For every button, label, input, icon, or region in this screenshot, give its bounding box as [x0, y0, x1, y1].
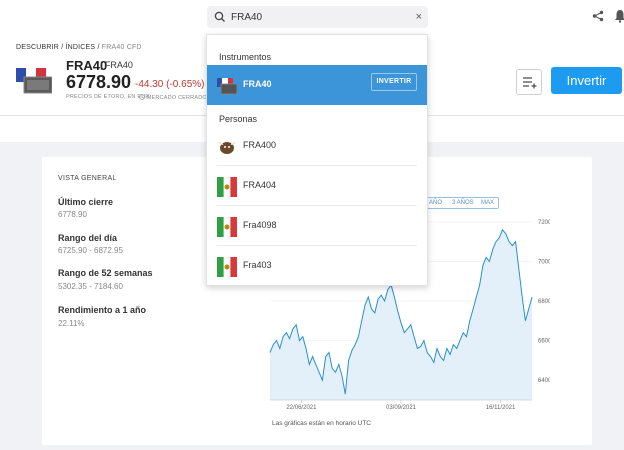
share-icon[interactable] — [592, 10, 604, 22]
bell-icon[interactable] — [614, 9, 624, 23]
invest-button[interactable]: Invertir — [551, 67, 622, 94]
breadcrumb-separator: / — [61, 44, 64, 51]
result-person-name: FRA404 — [243, 180, 277, 190]
y-tick-label: 6600.00 — [538, 339, 550, 345]
price-source-note: PRECIOS DE ETORO, EN EUR — [66, 94, 150, 100]
y-tick-label: 6400.00 — [538, 378, 550, 384]
stat-label-52-week-range: Rango de 52 semanas — [58, 268, 153, 278]
clock-icon — [139, 94, 145, 100]
result-instrument-fra40[interactable]: FRA40 INVERTIR — [207, 65, 427, 105]
result-instrument-name: FRA40 — [243, 79, 272, 89]
result-person-fra400[interactable]: FRA400 — [207, 126, 427, 166]
range-tab-max[interactable]: MAX — [481, 200, 494, 206]
breadcrumb-item-discover[interactable]: DESCUBRIR — [16, 44, 59, 51]
breadcrumb: DESCUBRIR / ÍNDICES / FRA40 CFD — [16, 44, 142, 51]
result-person-name: Fra403 — [243, 260, 272, 270]
symbol-separator: | — [100, 60, 103, 70]
instrument-price: 6778.90 — [66, 72, 132, 92]
stat-label-1-year-return: Rendimiento a 1 año — [58, 305, 147, 315]
flag-avatar-icon — [217, 257, 237, 277]
x-tick-label: 03/09/2021 — [386, 405, 417, 411]
flag-avatar-icon — [217, 177, 237, 197]
x-tick-label: 22/06/2021 — [286, 405, 317, 411]
instrument-name-line: | FRA40 — [100, 60, 133, 70]
clear-search-button[interactable]: × — [416, 10, 422, 24]
result-person-name: FRA400 — [243, 140, 277, 150]
people-section-title: Personas — [219, 114, 258, 124]
breadcrumb-separator: / — [97, 44, 100, 51]
stat-value-day-range: 6725.90 - 6872.95 — [58, 246, 123, 255]
instruments-section-title: Instrumentos — [219, 52, 272, 62]
search-icon — [214, 11, 225, 22]
instrument-name: FRA40 — [104, 60, 133, 70]
search-results-dropdown: Instrumentos FRA40 INVERTIR Personas FRA… — [206, 34, 428, 286]
search-box[interactable]: × — [207, 6, 428, 28]
result-person-fra4098[interactable]: Fra4098 — [207, 206, 427, 246]
fra40-flag-icon — [217, 78, 237, 95]
watchlist-add-icon — [523, 77, 537, 89]
stat-value-last-close: 6778.90 — [58, 210, 87, 219]
breadcrumb-item-indices[interactable]: ÍNDICES — [66, 44, 96, 51]
stat-label-day-range: Rango del día — [58, 233, 118, 243]
chart-timezone-note: Las gráficas están en horario UTC — [272, 420, 371, 427]
flag-avatar-icon — [217, 217, 237, 237]
stat-label-last-close: Último cierre — [58, 197, 114, 207]
breadcrumb-item-current: FRA40 CFD — [101, 44, 142, 51]
add-to-watchlist-button[interactable] — [516, 69, 542, 95]
x-tick-label: 16/11/2021 — [486, 405, 516, 411]
result-person-fra404[interactable]: FRA404 — [207, 166, 427, 206]
chart-range-tabs: AÑO 3 AÑOS MAX — [425, 197, 499, 209]
y-tick-label: 7200.00 — [538, 220, 550, 226]
result-person-fra403[interactable]: Fra403 — [207, 246, 427, 286]
search-input[interactable] — [231, 8, 401, 26]
y-tick-label: 7000.00 — [538, 259, 550, 265]
y-tick-label: 6800.00 — [538, 299, 550, 305]
stat-value-52-week-range: 5302.35 - 7184.60 — [58, 282, 123, 291]
stat-value-1-year-return: 22.11% — [58, 319, 85, 328]
market-status: MERCADO CERRADO — [139, 94, 207, 101]
result-invest-button[interactable]: INVERTIR — [371, 73, 417, 91]
top-bar: × — [0, 0, 624, 34]
overview-title: VISTA GENERAL — [58, 175, 117, 182]
bull-avatar-icon — [218, 141, 236, 154]
market-status-label: MERCADO CERRADO — [146, 95, 207, 101]
price-change: -44.30 (-0.65%) — [135, 79, 205, 90]
fra40-logo-icon — [16, 68, 52, 94]
result-person-name: Fra4098 — [243, 220, 277, 230]
range-tab-year[interactable]: AÑO — [429, 200, 442, 206]
range-tab-3-years[interactable]: 3 AÑOS — [452, 200, 474, 206]
